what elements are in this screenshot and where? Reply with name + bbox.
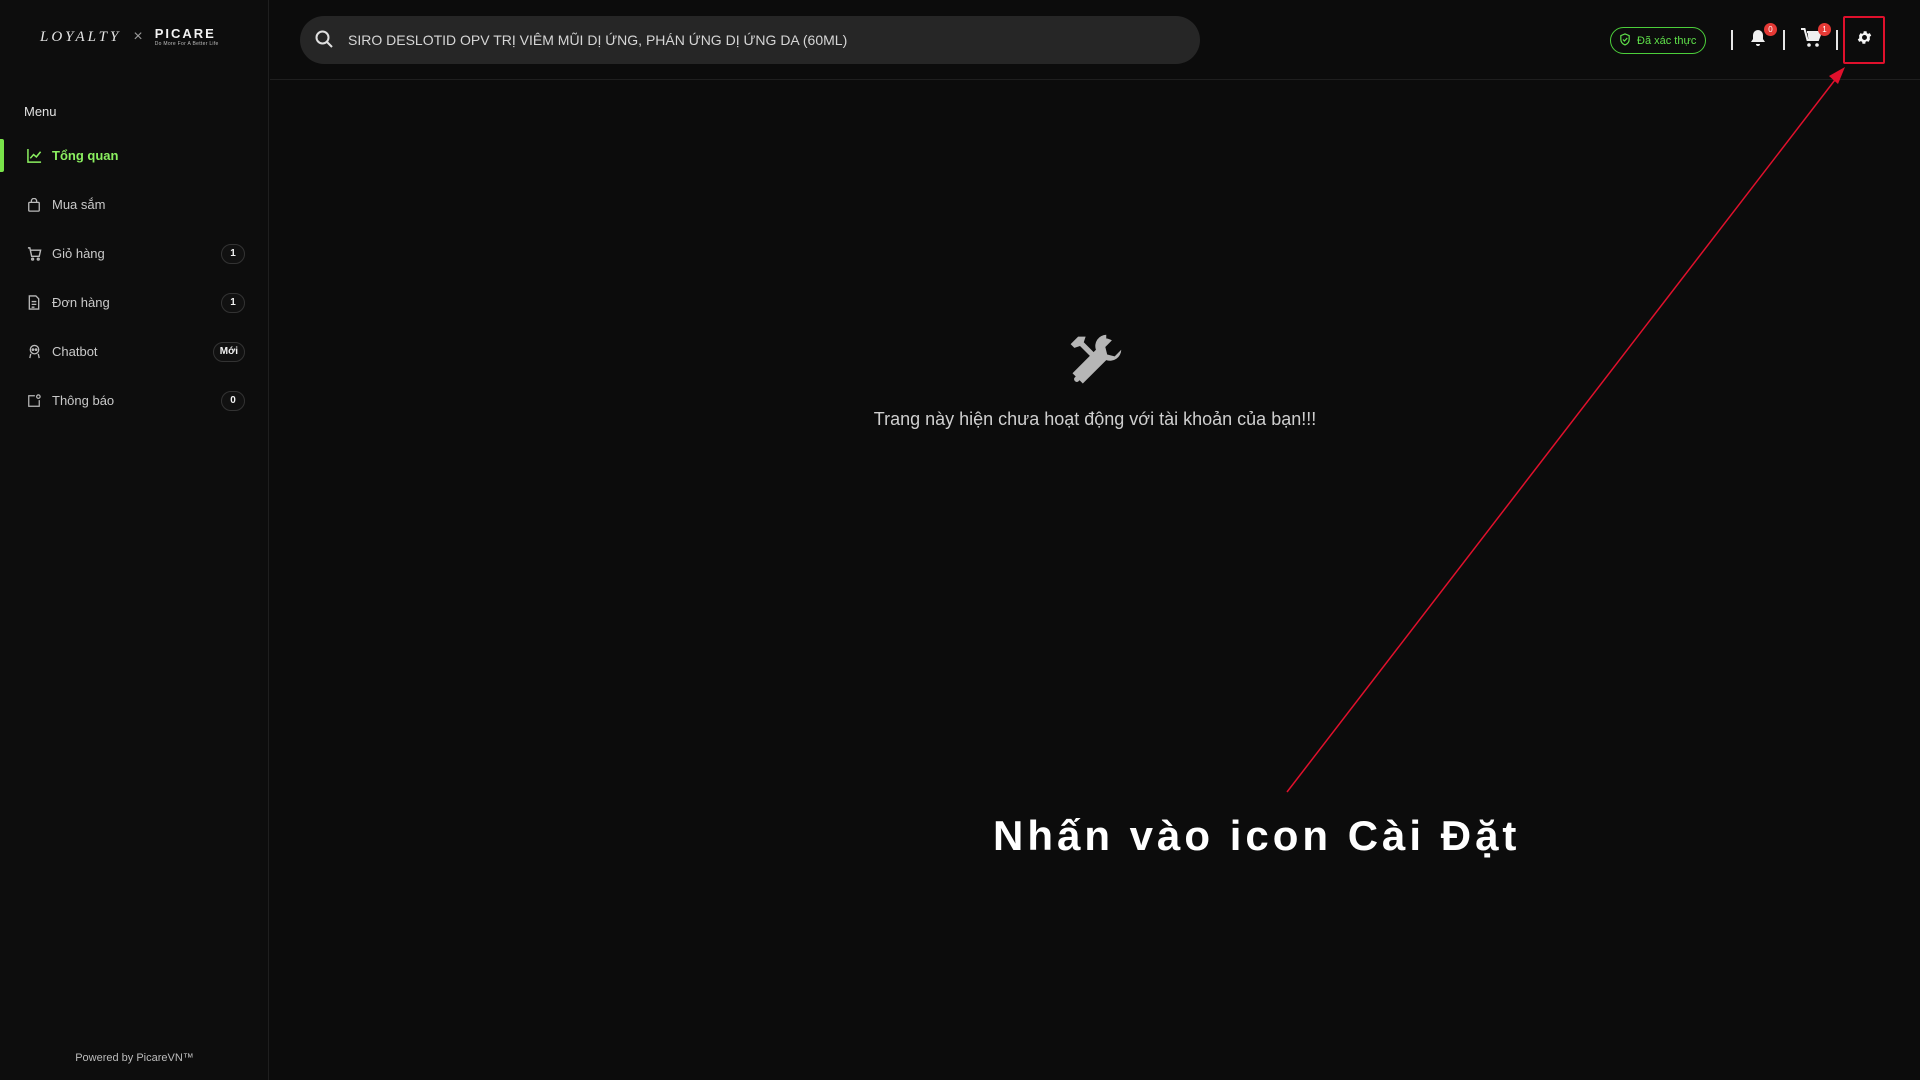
logo-picare-name: PICARE [154, 26, 216, 41]
chart-line-icon [26, 148, 42, 164]
notification-icon [26, 393, 42, 409]
sidebar-item-chatbot[interactable]: Chatbot Mới [0, 327, 269, 376]
sidebar-item-label: Giỏ hàng [52, 246, 105, 261]
empty-state: Trang này hiện chưa hoạt động với tài kh… [270, 331, 1920, 430]
cart-count: 1 [1818, 23, 1831, 36]
sidebar-item-gio-hang[interactable]: Giỏ hàng 1 [0, 229, 269, 278]
document-icon [26, 295, 42, 311]
sidebar-item-thong-bao[interactable]: Thông báo 0 [0, 376, 269, 425]
shopping-bag-icon [26, 197, 42, 213]
empty-state-message: Trang này hiện chưa hoạt động với tài kh… [873, 409, 1317, 429]
main-content: Trang này hiện chưa hoạt động với tài kh… [270, 81, 1920, 1080]
annotation-text: Nhấn vào icon Cài Đặt [993, 812, 1521, 859]
verified-badge: Đã xác thực [1610, 27, 1707, 54]
cart-count-badge: 1 [221, 243, 245, 264]
new-badge: Mới [212, 341, 245, 362]
sidebar-item-mua-sam[interactable]: Mua sắm [0, 180, 269, 229]
cart-icon [26, 246, 42, 262]
header-divider [1836, 30, 1838, 50]
tools-icon [1065, 331, 1125, 391]
logo-loyalty-text: LOYALTY [40, 28, 122, 45]
search-icon[interactable] [314, 29, 336, 51]
header-divider [1731, 30, 1733, 50]
sidebar-item-label: Chatbot [52, 344, 98, 359]
settings-button[interactable] [1843, 16, 1885, 64]
sidebar-item-tong-quan[interactable]: Tổng quan [0, 131, 269, 180]
robot-icon [26, 344, 42, 360]
notification-count: 0 [1764, 23, 1777, 36]
notification-count-badge: 0 [221, 390, 245, 411]
notification-button[interactable]: 0 [1744, 23, 1777, 54]
search-input[interactable] [348, 32, 1168, 48]
order-count-badge: 1 [221, 292, 245, 313]
brand-logo[interactable]: LOYALTY × PICARE Do More For A Better Li… [40, 24, 219, 50]
header-divider [1783, 30, 1785, 50]
cart-button[interactable]: 1 [1798, 23, 1831, 54]
sidebar-item-label: Thông báo [52, 393, 115, 408]
search-bar[interactable] [300, 16, 1200, 64]
menu-heading: Menu [24, 104, 57, 119]
shield-check-icon [1619, 32, 1631, 49]
sidebar-item-label: Đơn hàng [52, 295, 110, 310]
powered-by-text: Powered by PicareVN™ [75, 1052, 194, 1064]
gear-icon [1856, 29, 1873, 51]
verified-label: Đã xác thực [1637, 34, 1697, 47]
app-root: LOYALTY × PICARE Do More For A Better Li… [0, 0, 1920, 1080]
sidebar-item-don-hang[interactable]: Đơn hàng 1 [0, 278, 269, 327]
sidebar: LOYALTY × PICARE Do More For A Better Li… [0, 0, 269, 1080]
logo-picare: PICARE Do More For A Better Life [155, 27, 219, 47]
logo-separator: × [133, 28, 143, 45]
top-bar: Đã xác thực 0 1 [270, 0, 1920, 80]
sidebar-menu: Tổng quan Mua sắm Giỏ hàng 1 Đơn hàng 1 … [0, 131, 269, 425]
logo-picare-tagline: Do More For A Better Life [154, 41, 219, 47]
sidebar-item-label: Tổng quan [52, 148, 119, 163]
sidebar-item-label: Mua sắm [52, 197, 106, 212]
